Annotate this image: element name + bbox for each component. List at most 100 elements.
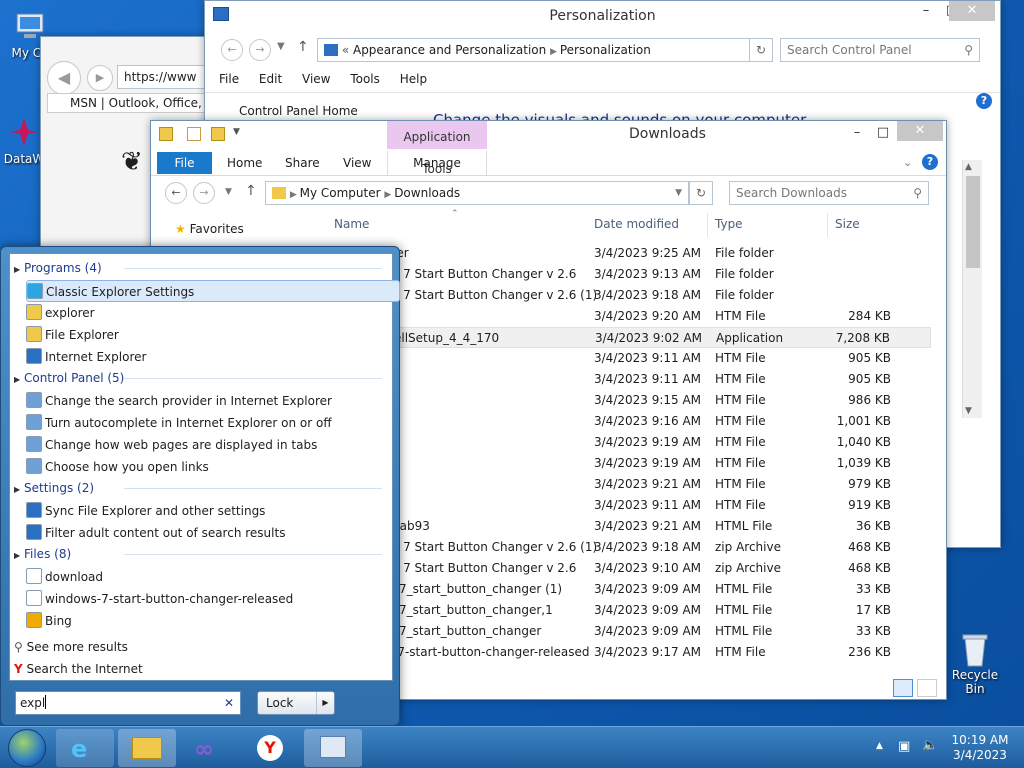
taskbar-ie-button[interactable]: e <box>56 729 114 767</box>
downloads-search-input[interactable]: Search Downloads ⚲ <box>729 181 929 205</box>
file-size: 1,039 KB <box>836 456 891 470</box>
up-arrow-icon[interactable]: ↑ <box>297 39 309 55</box>
personalization-titlebar[interactable]: Personalization – □ ✕ <box>205 1 1000 31</box>
start-menu-result-item[interactable]: Filter adult content out of search resul… <box>26 522 400 544</box>
chevron-down-icon[interactable]: ▼ <box>675 182 682 204</box>
maximize-button[interactable]: □ <box>869 123 897 143</box>
control-panel-home-link[interactable]: Control Panel Home <box>239 104 358 118</box>
start-menu-result-item[interactable]: explorer <box>26 302 400 324</box>
menu-file[interactable]: File <box>219 72 239 86</box>
scroll-thumb[interactable] <box>966 176 980 268</box>
taskbar-visual-studio-button[interactable]: ∞ <box>180 729 238 767</box>
chevron-right-icon[interactable]: ▶ <box>316 692 334 714</box>
minimize-button[interactable]: – <box>843 123 871 143</box>
start-menu-result-item[interactable]: Change how web pages are displayed in ta… <box>26 434 400 456</box>
start-menu-result-item[interactable]: Classic Explorer Settings <box>26 280 400 302</box>
scroll-down-icon[interactable]: ▼ <box>965 406 972 416</box>
personalization-address-bar[interactable]: « Appearance and Personalization ▶ Perso… <box>317 38 771 62</box>
help-icon[interactable]: ? <box>922 154 938 170</box>
breadcrumb-my-computer[interactable]: My Computer <box>300 186 381 200</box>
forward-button[interactable]: → <box>249 39 271 61</box>
quick-access-dropdown-icon[interactable]: ▼ <box>233 127 240 137</box>
file-name: s 7 Start Button Changer v 2.6 <box>393 561 577 575</box>
taskbar-control-panel-button[interactable] <box>304 729 362 767</box>
menu-help[interactable]: Help <box>400 72 427 86</box>
browser-tab[interactable]: MSN | Outlook, Office, Sk <box>47 93 227 113</box>
menu-view[interactable]: View <box>302 72 330 86</box>
result-label: download <box>45 570 104 584</box>
show-hidden-icons[interactable]: ▲ <box>876 741 883 751</box>
ribbon-tab-home[interactable]: Home <box>227 156 262 170</box>
large-icons-view-button[interactable] <box>917 679 937 697</box>
taskbar-yandex-button[interactable]: Y <box>242 729 300 767</box>
back-button[interactable]: ← <box>165 182 187 204</box>
start-menu-result-item[interactable]: Turn autocomplete in Internet Explorer o… <box>26 412 400 434</box>
downloads-address-bar[interactable]: ▶ My Computer ▶ Downloads ▼ <box>265 181 689 205</box>
volume-icon[interactable]: 🔈 <box>922 738 938 753</box>
breadcrumb-downloads[interactable]: Downloads <box>394 186 460 200</box>
search-internet-link[interactable]: Y Search the Internet <box>14 658 388 680</box>
column-type[interactable]: Type <box>715 217 743 231</box>
start-menu-group-header[interactable]: ▶ Files (8) <box>14 544 388 564</box>
ie-icon: e <box>71 735 88 763</box>
refresh-button[interactable]: ↻ <box>749 38 773 62</box>
properties-icon[interactable] <box>187 127 201 141</box>
start-button[interactable] <box>8 729 46 767</box>
new-folder-icon[interactable] <box>211 127 225 141</box>
start-menu-group-header[interactable]: ▶ Settings (2) <box>14 478 388 498</box>
start-menu[interactable]: ▶ Programs (4) Classic Explorer Settings e… <box>0 246 400 726</box>
start-menu-result-item[interactable]: Bing <box>26 610 400 632</box>
minimize-button[interactable]: – <box>912 1 940 21</box>
ribbon-tab-view[interactable]: View <box>343 156 371 170</box>
close-button[interactable]: ✕ <box>897 121 943 141</box>
taskbar-explorer-button[interactable] <box>118 729 176 767</box>
breadcrumb-appearance[interactable]: Appearance and Personalization <box>353 43 546 57</box>
start-menu-result-item[interactable]: windows-7-start-button-changer-released <box>26 588 400 610</box>
details-view-button[interactable] <box>893 679 913 697</box>
close-button[interactable]: ✕ <box>949 1 995 21</box>
ribbon-tab-file[interactable]: File <box>157 152 212 174</box>
menu-edit[interactable]: Edit <box>259 72 282 86</box>
column-size[interactable]: Size <box>835 217 860 231</box>
up-arrow-icon[interactable]: ↑ <box>245 183 257 199</box>
personalization-scrollbar[interactable]: ▲ ▼ <box>962 160 982 418</box>
result-label: Sync File Explorer and other settings <box>45 504 266 518</box>
scroll-up-icon[interactable]: ▲ <box>965 162 972 172</box>
clear-search-icon[interactable]: ✕ <box>224 692 234 714</box>
browser-forward-button[interactable]: ▶ <box>87 65 113 91</box>
ribbon-tab-manage[interactable]: Manage <box>387 151 487 175</box>
recent-dropdown-icon[interactable]: ▼ <box>225 187 232 197</box>
file-name: _7_start_button_changer (1) <box>393 582 563 596</box>
file-list-header: Name ⌃ Date modified Type Size <box>151 209 941 237</box>
personalization-search-input[interactable]: Search Control Panel ⚲ <box>780 38 980 62</box>
lock-button[interactable]: Lock ▶ <box>257 691 335 715</box>
start-menu-result-item[interactable]: Choose how you open links <box>26 456 400 478</box>
start-menu-result-item[interactable]: Change the search provider in Internet E… <box>26 390 400 412</box>
column-date-modified[interactable]: Date modified <box>594 217 679 231</box>
ribbon-tab-share[interactable]: Share <box>285 156 320 170</box>
ribbon-expand-icon[interactable]: ⌄ <box>903 156 912 169</box>
column-name[interactable]: Name <box>334 217 369 231</box>
start-menu-result-item[interactable]: download <box>26 566 400 588</box>
file-date: 3/4/2023 9:25 AM <box>594 246 702 260</box>
start-menu-group-header[interactable]: ▶ Programs (4) <box>14 258 388 278</box>
recent-dropdown-icon[interactable]: ▼ <box>277 41 285 52</box>
start-menu-result-item[interactable]: File Explorer <box>26 324 400 346</box>
forward-button[interactable]: → <box>193 182 215 204</box>
start-search-input[interactable]: expl ✕ <box>15 691 241 715</box>
browser-back-button[interactable]: ◀ <box>47 61 81 95</box>
back-button[interactable]: ← <box>221 39 243 61</box>
see-more-results-link[interactable]: ⚲ See more results <box>14 636 388 658</box>
downloads-titlebar[interactable]: ▼ Application Tools Downloads – □ ✕ <box>151 121 946 176</box>
start-menu-result-item[interactable]: Sync File Explorer and other settings <box>26 500 400 522</box>
network-icon[interactable]: ▣ <box>898 739 910 754</box>
clock[interactable]: 10:19 AM 3/4/2023 <box>948 733 1012 763</box>
start-menu-group-header[interactable]: ▶ Control Panel (5) <box>14 368 388 388</box>
help-icon[interactable]: ? <box>976 93 992 109</box>
start-menu-result-item[interactable]: Internet Explorer <box>26 346 400 368</box>
menu-tools[interactable]: Tools <box>350 72 380 86</box>
clock-time: 10:19 AM <box>951 733 1009 747</box>
desktop-icon-recycle-bin[interactable]: Recycle Bin <box>942 632 1008 696</box>
refresh-button[interactable]: ↻ <box>689 181 713 205</box>
breadcrumb-personalization[interactable]: Personalization <box>560 43 651 57</box>
